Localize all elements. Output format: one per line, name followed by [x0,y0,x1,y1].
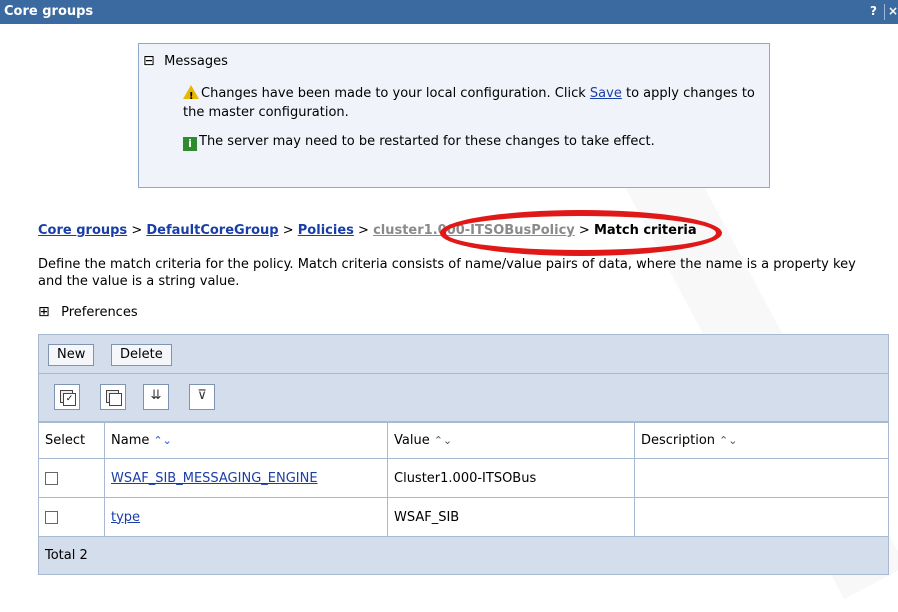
window-title: Core groups [4,4,94,19]
row-name-link[interactable]: type [111,510,140,525]
messages-panel: ⊟ Messages ! Changes have been made to yo… [138,43,770,188]
messages-header[interactable]: ⊟ Messages [143,54,228,69]
row-checkbox[interactable] [45,471,58,485]
show-filter-icon[interactable]: ⇊ [143,384,169,410]
messages-header-label: Messages [164,54,228,69]
info-message: i The server may need to be restarted for… [183,132,763,151]
table-header-row: Select Name ⌃⌄ Value ⌃⌄ Description ⌃⌄ [38,422,889,459]
warning-message: ! Changes have been made to your local co… [183,84,763,122]
page-description: Define the match criteria for the policy… [38,257,856,289]
value-cell: WSAF_SIB [387,497,635,537]
warning-text-before: Changes have been made to your local con… [201,86,590,101]
row-checkbox[interactable] [45,510,58,524]
deselect-all-icon[interactable] [100,384,126,410]
select-all-icon[interactable]: ✓ [54,384,80,410]
save-link[interactable]: Save [590,86,622,101]
icon-toolbar: ✓ ⇊ ⊽ [38,374,889,422]
name-cell: WSAF_SIB_MESSAGING_ENGINE [104,458,388,498]
breadcrumb-separator: > [282,223,294,238]
breadcrumb-core-groups[interactable]: Core groups [38,223,127,238]
description-cell [634,497,889,537]
column-header-description[interactable]: Description ⌃⌄ [634,422,889,459]
description-cell [634,458,889,498]
select-cell [38,497,105,537]
breadcrumb-default-core-group[interactable]: DefaultCoreGroup [146,223,278,238]
title-bar: Core groups ? × [0,0,898,24]
table-row: type WSAF_SIB [38,497,889,537]
info-icon: i [183,137,197,151]
sort-icon[interactable]: ⌃⌄ [434,434,452,447]
collapse-icon[interactable]: ⊟ [143,54,155,68]
value-cell: Cluster1.000-ITSOBus [387,458,635,498]
select-cell [38,458,105,498]
sort-icon[interactable]: ⌃⌄ [719,434,737,447]
close-icon[interactable]: × [888,4,898,18]
button-toolbar: New Delete [38,334,889,374]
total-count: Total 2 [38,536,889,575]
table-total-row: Total 2 [38,536,889,575]
column-header-value[interactable]: Value ⌃⌄ [387,422,635,459]
expand-icon[interactable]: ⊞ [38,305,50,319]
clear-filter-icon[interactable]: ⊽ [189,384,215,410]
delete-button[interactable]: Delete [111,344,172,366]
breadcrumb-separator: > [358,223,369,238]
breadcrumb-separator: > [131,223,143,238]
warning-icon: ! [183,85,199,102]
column-header-select: Select [38,422,105,459]
preferences-toggle[interactable]: ⊞ Preferences [38,305,138,320]
row-name-link[interactable]: WSAF_SIB_MESSAGING_ENGINE [111,471,318,486]
data-table: Select Name ⌃⌄ Value ⌃⌄ Description ⌃⌄ WSAF… [38,422,889,575]
sort-icon[interactable]: ⌃⌄ [153,434,171,447]
title-separator [884,4,885,20]
highlight-ellipse [440,210,722,256]
table-row: WSAF_SIB_MESSAGING_ENGINE Cluster1.000-I… [38,458,889,498]
breadcrumb-policies[interactable]: Policies [298,223,354,238]
name-cell: type [104,497,388,537]
preferences-label: Preferences [61,305,138,320]
info-text: The server may need to be restarted for … [199,134,655,149]
collection-table: New Delete ✓ ⇊ ⊽ Select Name ⌃⌄ Value ⌃⌄ D… [38,334,889,575]
new-button[interactable]: New [48,344,95,366]
column-header-name[interactable]: Name ⌃⌄ [104,422,388,459]
help-icon[interactable]: ? [870,4,877,18]
